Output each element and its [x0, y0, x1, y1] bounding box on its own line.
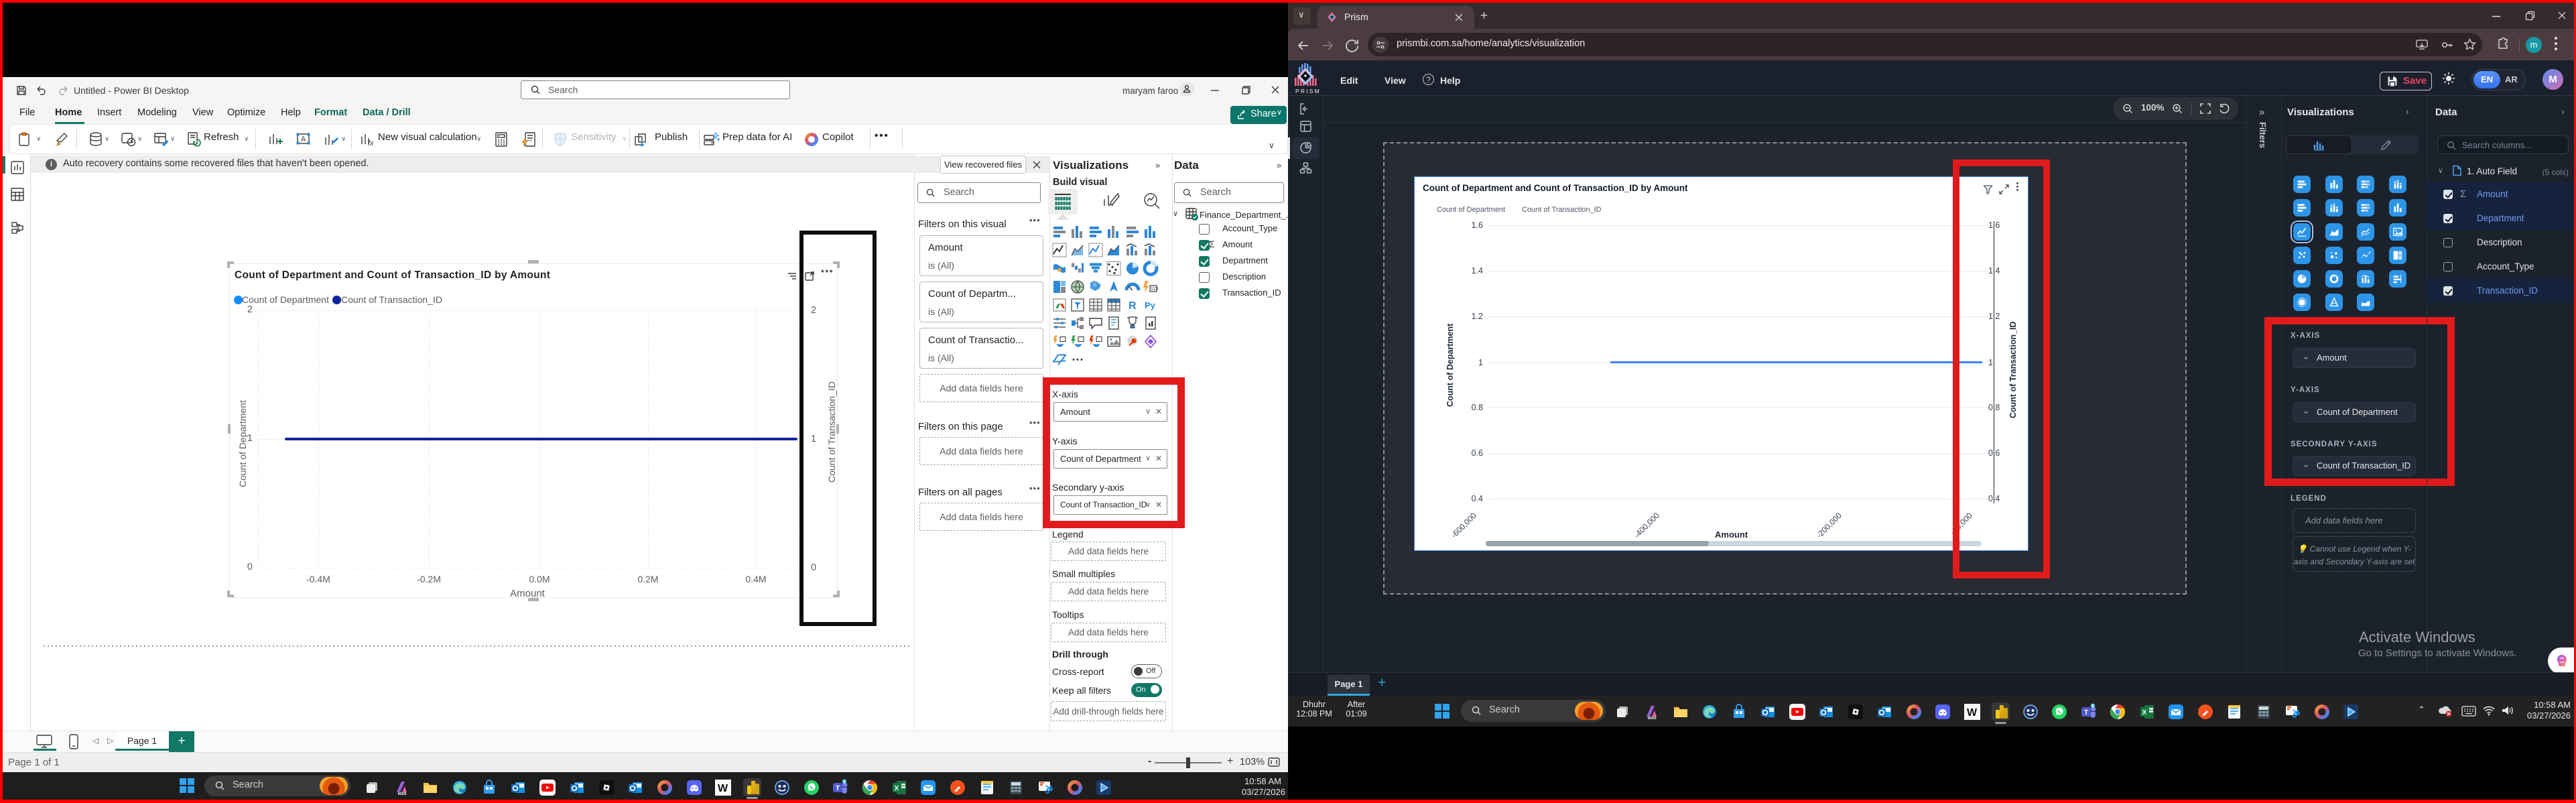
svg-text:T: T	[836, 785, 840, 792]
svg-text:M365: M365	[1648, 717, 1657, 720]
svg-text:PRISM: PRISM	[1295, 88, 1319, 94]
svg-text:T: T	[2084, 709, 2088, 717]
svg-text:1: 1	[842, 780, 845, 784]
svg-text:X: X	[2142, 709, 2146, 717]
svg-text:X: X	[894, 785, 899, 792]
svg-text:W: W	[1967, 707, 1978, 719]
svg-text:1: 1	[2091, 704, 2094, 708]
svg-text:W: W	[718, 783, 728, 794]
svg-text:M365: M365	[398, 792, 407, 796]
